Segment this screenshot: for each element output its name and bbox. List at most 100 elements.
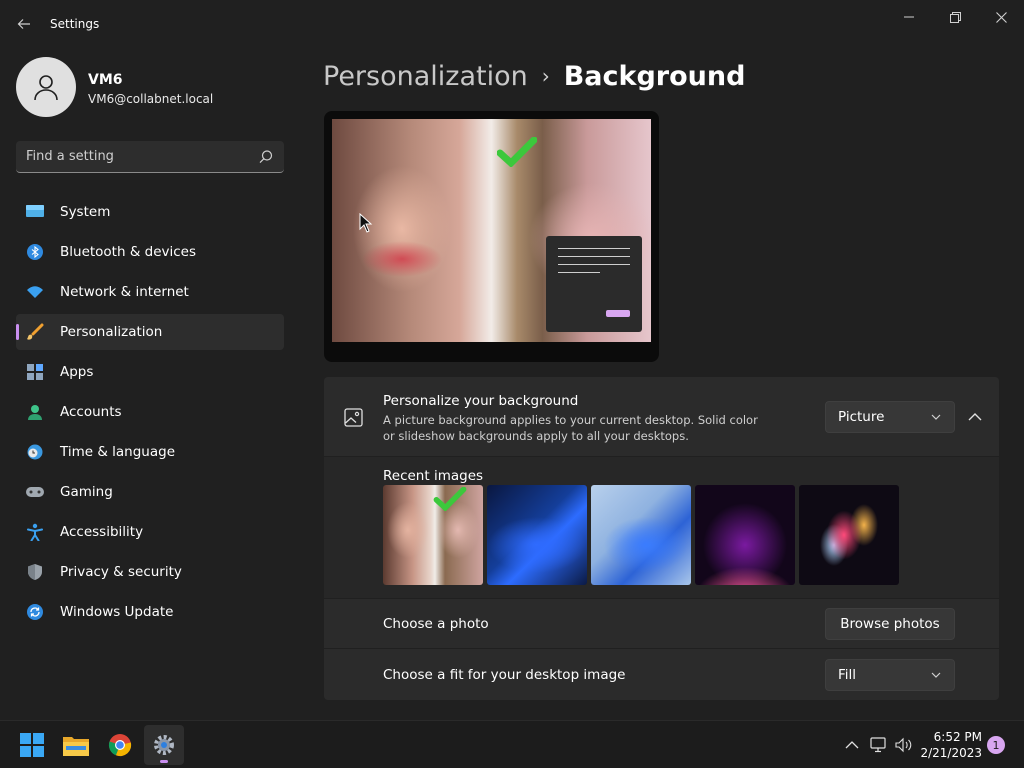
recent-image-thumbnail[interactable] bbox=[799, 485, 899, 585]
recent-image-thumbnail[interactable] bbox=[695, 485, 795, 585]
user-email: VM6@collabnet.local bbox=[88, 92, 214, 106]
taskbar-file-explorer[interactable] bbox=[56, 725, 96, 765]
sidebar-item-system[interactable]: System bbox=[16, 194, 284, 230]
taskbar-clock[interactable]: 6:52 PM 2/21/2023 bbox=[920, 729, 982, 761]
background-setting-title: Personalize your background bbox=[383, 393, 579, 409]
choose-photo-label: Choose a photo bbox=[383, 616, 489, 632]
browse-photos-button[interactable]: Browse photos bbox=[825, 608, 955, 640]
choose-fit-row: Choose a fit for your desktop image Fill bbox=[324, 649, 999, 700]
monitor-icon bbox=[26, 204, 44, 220]
bluetooth-icon bbox=[26, 244, 44, 260]
sidebar-item-privacy[interactable]: Privacy & security bbox=[16, 554, 284, 590]
close-icon bbox=[995, 11, 1007, 23]
sidebar-item-label: Accessibility bbox=[60, 524, 144, 540]
sidebar-item-label: Time & language bbox=[60, 444, 176, 460]
fit-dropdown[interactable]: Fill bbox=[825, 659, 955, 691]
taskbar: 6:52 PM 2/21/2023 1 bbox=[0, 720, 1024, 768]
checkmark-icon bbox=[497, 137, 537, 167]
recent-images-list bbox=[383, 485, 899, 585]
recent-images-section: Recent images bbox=[324, 457, 999, 598]
search-input[interactable] bbox=[26, 141, 246, 172]
sidebar-item-accessibility[interactable]: Accessibility bbox=[16, 514, 284, 550]
person-icon bbox=[26, 404, 44, 420]
breadcrumb-parent[interactable]: Personalization bbox=[323, 61, 528, 92]
background-type-value: Picture bbox=[838, 409, 885, 425]
recent-image-thumbnail[interactable] bbox=[591, 485, 691, 585]
breadcrumb-separator: › bbox=[541, 64, 550, 88]
sidebar-item-time-language[interactable]: Time & language bbox=[16, 434, 284, 470]
speaker-icon bbox=[895, 737, 912, 753]
sidebar-item-label: Privacy & security bbox=[60, 564, 182, 580]
apps-icon bbox=[26, 364, 44, 380]
title-bar: Settings bbox=[0, 0, 1024, 48]
sidebar-item-accounts[interactable]: Accounts bbox=[16, 394, 284, 430]
restore-icon bbox=[949, 11, 961, 23]
gear-icon bbox=[154, 735, 174, 755]
volume-button[interactable] bbox=[894, 735, 914, 755]
sync-icon bbox=[26, 604, 44, 620]
sidebar-item-bluetooth[interactable]: Bluetooth & devices bbox=[16, 234, 284, 270]
sidebar-item-label: Apps bbox=[60, 364, 94, 380]
chevron-up-icon bbox=[845, 741, 859, 749]
active-app-indicator bbox=[160, 760, 168, 763]
choose-fit-label: Choose a fit for your desktop image bbox=[383, 667, 626, 683]
sidebar-item-gaming[interactable]: Gaming bbox=[16, 474, 284, 510]
avatar[interactable] bbox=[16, 57, 76, 117]
search-icon[interactable] bbox=[258, 149, 274, 165]
desktop-preview bbox=[324, 111, 659, 362]
background-type-dropdown[interactable]: Picture bbox=[825, 401, 955, 433]
recent-image-thumbnail[interactable] bbox=[487, 485, 587, 585]
chrome-icon bbox=[108, 734, 132, 757]
chevron-down-icon bbox=[931, 672, 941, 678]
start-button[interactable] bbox=[12, 725, 52, 765]
minimize-button[interactable] bbox=[886, 4, 932, 30]
preview-wallpaper-image bbox=[332, 119, 651, 342]
windows-logo-icon bbox=[20, 733, 44, 757]
sidebar-item-label: Personalization bbox=[60, 324, 163, 340]
user-name: VM6 bbox=[88, 72, 123, 88]
clock-time: 6:52 PM bbox=[933, 730, 982, 744]
sidebar-item-windows-update[interactable]: Windows Update bbox=[16, 594, 284, 630]
page-title: Background bbox=[563, 60, 746, 92]
app-title: Settings bbox=[50, 17, 100, 31]
sidebar-item-personalization[interactable]: Personalization bbox=[16, 314, 284, 350]
arrow-left-icon bbox=[17, 19, 30, 29]
sidebar-item-label: Accounts bbox=[60, 404, 122, 420]
back-button[interactable] bbox=[12, 12, 36, 36]
minimize-icon bbox=[904, 16, 914, 18]
sidebar-item-label: Bluetooth & devices bbox=[60, 244, 197, 260]
fit-value: Fill bbox=[838, 667, 857, 683]
sidebar-item-apps[interactable]: Apps bbox=[16, 354, 284, 390]
image-icon bbox=[344, 408, 363, 427]
shield-icon bbox=[26, 564, 44, 580]
close-button[interactable] bbox=[978, 4, 1024, 30]
show-hidden-icons-button[interactable] bbox=[842, 735, 862, 755]
gamepad-icon bbox=[26, 484, 44, 500]
folder-icon bbox=[63, 737, 89, 756]
search-box[interactable] bbox=[16, 141, 284, 173]
sidebar-item-network[interactable]: Network & internet bbox=[16, 274, 284, 310]
network-status-button[interactable] bbox=[869, 735, 889, 755]
breadcrumb: Personalization › Background bbox=[323, 58, 745, 94]
sidebar-item-label: System bbox=[60, 204, 111, 220]
recent-images-label: Recent images bbox=[383, 468, 484, 484]
notification-badge[interactable]: 1 bbox=[987, 736, 1005, 754]
taskbar-settings[interactable] bbox=[144, 725, 184, 765]
network-wired-icon bbox=[870, 737, 886, 753]
wifi-icon bbox=[26, 284, 44, 300]
accessibility-icon bbox=[26, 523, 44, 541]
taskbar-chrome[interactable] bbox=[100, 725, 140, 765]
sidebar-item-label: Network & internet bbox=[60, 284, 189, 300]
mouse-cursor-icon bbox=[359, 213, 373, 233]
clock-date: 2/21/2023 bbox=[920, 746, 982, 760]
background-setting-description: A picture background applies to your cur… bbox=[383, 413, 758, 443]
choose-photo-row: Choose a photo Browse photos bbox=[324, 599, 999, 648]
paintbrush-icon bbox=[26, 323, 44, 340]
chevron-up-icon[interactable] bbox=[965, 407, 985, 427]
recent-image-thumbnail[interactable] bbox=[383, 485, 483, 585]
personalize-background-row: Personalize your background A picture ba… bbox=[324, 377, 999, 456]
sidebar-item-label: Gaming bbox=[60, 484, 113, 500]
restore-button[interactable] bbox=[932, 4, 978, 30]
preview-window-mock bbox=[546, 236, 642, 332]
clock-globe-icon bbox=[26, 444, 44, 460]
